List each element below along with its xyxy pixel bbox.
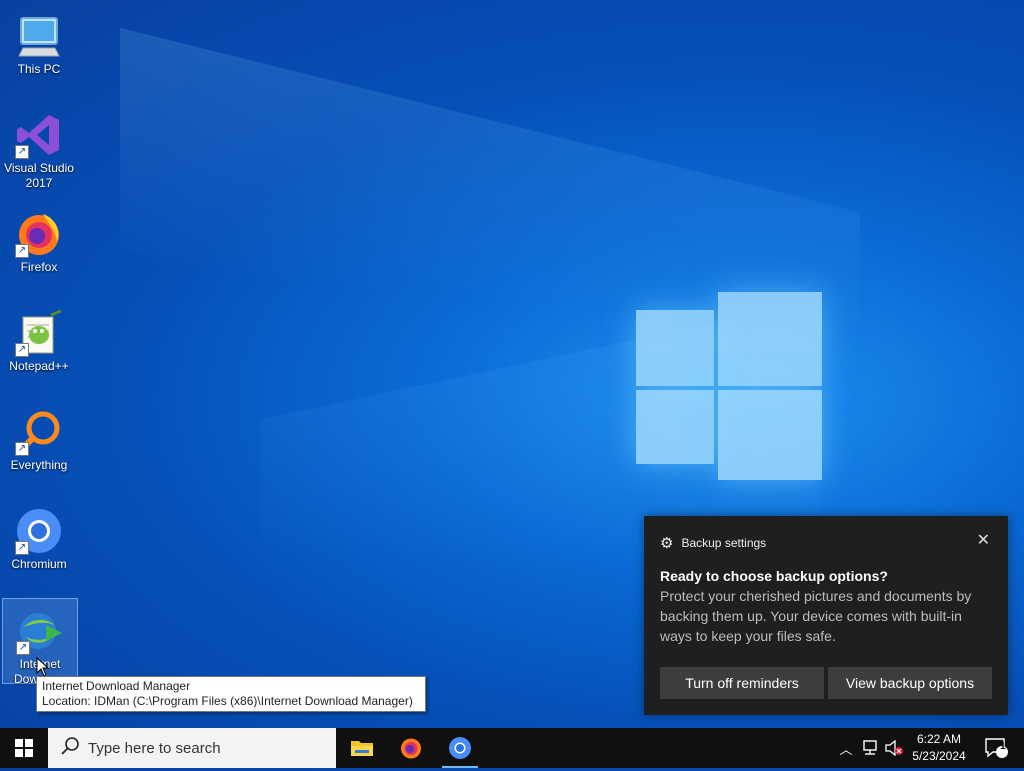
chromium-icon: ↗ [15, 507, 63, 555]
toast-app-name: Backup settings [681, 536, 767, 550]
network-tray-button[interactable] [858, 728, 882, 768]
turn-off-reminders-button[interactable]: Turn off reminders [660, 667, 824, 699]
windows-wallpaper-logo [636, 288, 824, 480]
start-button[interactable] [0, 728, 48, 768]
windows-logo-icon [15, 739, 33, 757]
desktop-icon-label: This PC [17, 62, 61, 76]
taskbar-clock[interactable]: 6:22 AM 5/23/2024 [904, 728, 974, 771]
tooltip-location: Location: IDMan (C:\Program Files (x86)\… [42, 694, 413, 708]
desktop-icon-chromium[interactable]: ↗ Chromium [0, 499, 78, 571]
internet-download-manager-icon: ↗ [16, 607, 64, 655]
desktop-icon-label: Chromium [11, 557, 67, 571]
desktop-icon-label: Notepad++ [9, 359, 69, 373]
taskbar-chromium[interactable] [436, 728, 484, 768]
chevron-up-icon: ︿ [839, 741, 853, 757]
close-icon[interactable]: ✕ [977, 530, 990, 550]
taskbar-firefox[interactable] [387, 728, 435, 768]
toast-title: Ready to choose backup options? [660, 568, 888, 584]
show-hidden-icons-button[interactable]: ︿ [836, 728, 856, 768]
icon-tooltip: Internet Download Manager Location: IDMa… [36, 676, 426, 712]
toast-body: Protect your cherished pictures and docu… [660, 588, 972, 644]
view-backup-options-button[interactable]: View backup options [828, 667, 992, 699]
taskbar-file-explorer[interactable] [338, 728, 386, 768]
desktop-icon-label: Everything [10, 458, 68, 472]
firefox-icon [401, 738, 421, 759]
visual-studio-icon: ↗ [15, 111, 63, 159]
taskbar-search-box[interactable]: Type here to search [48, 728, 336, 768]
desktop-icon-firefox[interactable]: ↗ Firefox [0, 202, 78, 274]
desktop-icon-everything[interactable]: ↗ Everything [0, 400, 78, 472]
this-pc-icon [15, 12, 63, 60]
everything-search-icon: ↗ [15, 408, 63, 456]
action-center-button[interactable]: 1 [976, 728, 1016, 768]
gear-icon: ⚙ [660, 535, 674, 552]
volume-tray-button[interactable] [882, 728, 906, 768]
volume-muted-icon [885, 740, 903, 756]
tooltip-title: Internet Download Manager [42, 679, 191, 693]
desktop-icon-label: Visual Studio 2017 [4, 161, 74, 190]
backup-notification-toast[interactable]: ⚙ Backup settings ✕ Ready to choose back… [644, 516, 1008, 715]
file-explorer-icon [351, 741, 373, 756]
toast-header: ⚙ Backup settings [660, 534, 766, 552]
search-icon [60, 736, 80, 761]
mouse-cursor-icon [36, 657, 50, 677]
clock-date: 5/23/2024 [912, 749, 966, 763]
desktop-icon-this-pc[interactable]: This PC [0, 4, 78, 76]
taskbar: Type here to search ︿ 6:22 AM 5/23/2024 … [0, 728, 1024, 768]
notepadpp-icon: ↗ [15, 309, 63, 357]
firefox-icon: ↗ [15, 210, 63, 258]
desktop-icon-visual-studio[interactable]: ↗ Visual Studio 2017 [0, 103, 78, 190]
desktop-icon-label: Firefox [20, 260, 58, 274]
network-icon [863, 740, 877, 755]
desktop-icon-notepadpp[interactable]: ↗ Notepad++ [0, 301, 78, 373]
search-placeholder: Type here to search [88, 739, 221, 757]
notification-count-badge: 1 [1000, 741, 1006, 752]
clock-time: 6:22 AM [916, 732, 962, 746]
chromium-icon [449, 737, 471, 759]
